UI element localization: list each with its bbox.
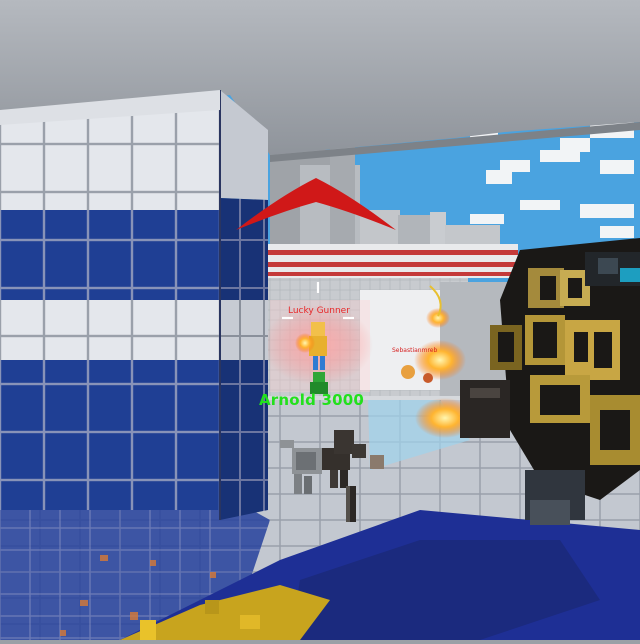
tiled-pillar — [0, 90, 268, 520]
game-viewport: Lucky Gunner Sebastianmreb Arnold 3000 — [0, 0, 640, 640]
distant-enemy-nameplate: Sebastianmreb — [392, 347, 438, 354]
game-scene — [0, 0, 640, 640]
enemy-nameplate: Lucky Gunner — [288, 306, 350, 316]
ally-nameplate: Arnold 3000 — [259, 391, 365, 409]
